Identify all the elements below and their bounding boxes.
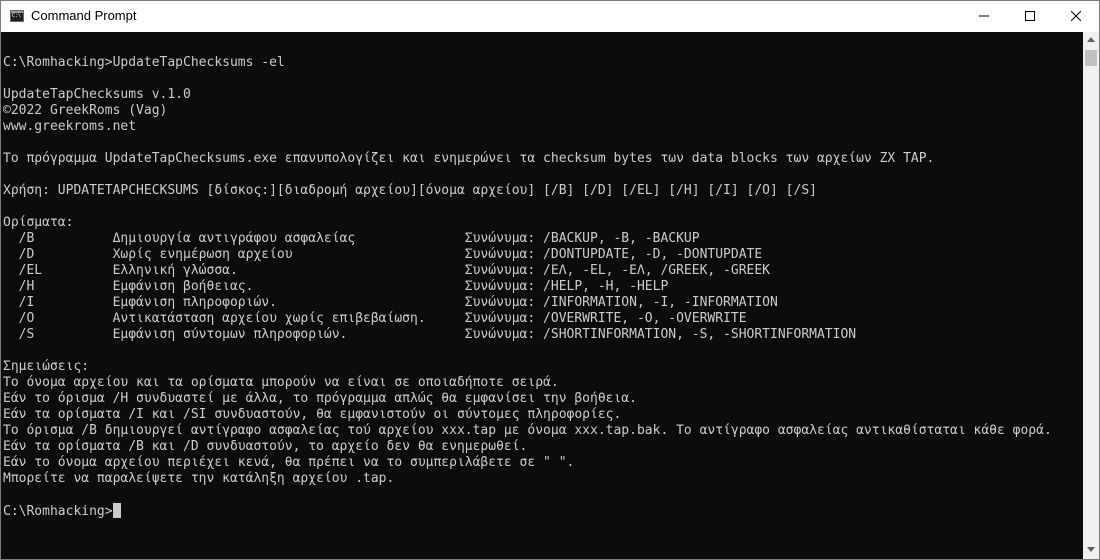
console-line: Εάν το όνομα αρχείου περιέχει κενά, θα π… — [3, 455, 574, 471]
console-line-text: Το πρόγραμμα UpdateTapChecksums.exe επαν… — [3, 151, 935, 166]
scroll-down-button[interactable] — [1083, 542, 1099, 559]
console-line-text: /B Δημιουργία αντιγράφου ασφαλείας Συνών… — [3, 231, 700, 246]
console-line-text: Το όνομα αρχείου και τα ορίσματα μπορούν… — [3, 375, 559, 390]
maximize-button[interactable] — [1007, 1, 1053, 32]
minimize-icon — [979, 15, 989, 17]
console-line: www.greekroms.net — [3, 119, 136, 135]
console-line: UpdateTapChecksums v.1.0 — [3, 87, 191, 103]
console-line: /H Εμφάνιση βοήθειας. Συνώνυμα: /HELP, -… — [3, 279, 669, 295]
console-line: Το όνομα αρχείου και τα ορίσματα μπορούν… — [3, 375, 559, 391]
minimize-button[interactable] — [961, 1, 1007, 32]
console-line: Το όρισμα /B δημιουργεί αντίγραφο ασφαλε… — [3, 423, 1052, 439]
close-button[interactable] — [1053, 1, 1099, 32]
console-line: Εάν τα ορίσματα /B και /D συνδυαστούν, τ… — [3, 439, 527, 455]
cmd-icon[interactable] — [10, 10, 24, 22]
console-line: ©2022 GreekRoms (Vag) — [3, 103, 167, 119]
console-line: Χρήση: UPDATETAPCHECKSUMS [δίσκος:][διαδ… — [3, 183, 817, 199]
console-line: /B Δημιουργία αντιγράφου ασφαλείας Συνών… — [3, 231, 700, 247]
console-line: /I Εμφάνιση πληροφοριών. Συνώνυμα: /INFO… — [3, 295, 778, 311]
text-cursor — [112, 503, 121, 518]
console-line: /EL Ελληνική γλώσσα. Συνώνυμα: /ΕΛ, -EL,… — [3, 263, 770, 279]
console-line-text: Ορίσματα: — [3, 215, 74, 230]
console-line-text: /EL Ελληνική γλώσσα. Συνώνυμα: /ΕΛ, -EL,… — [3, 263, 771, 278]
console-line-text: /S Εμφάνιση σύντομων πληροφοριών. Συνώνυ… — [3, 327, 857, 342]
console-line: /D Χωρίς ενημέρωση αρχείου Συνώνυμα: /DO… — [3, 247, 763, 263]
console-line-text: C:\Romhacking> — [3, 504, 113, 519]
console-line-text: Εάν το όρισμα /H συνδυαστεί με άλλα, το … — [3, 391, 637, 406]
console-line-text: ©2022 GreekRoms (Vag) — [3, 103, 168, 118]
console-line: /O Αντικατάσταση αρχείου χωρίς επιβεβαίω… — [3, 311, 747, 327]
console-line-text: C:\Romhacking>UpdateTapChecksums -el — [3, 55, 285, 70]
console-line-text: /D Χωρίς ενημέρωση αρχείου Συνώνυμα: /DO… — [3, 247, 763, 262]
maximize-icon — [1025, 11, 1035, 21]
console-line: Μπορείτε να παραλείψετε την κατάληξη αρχ… — [3, 471, 394, 487]
console-line: Σημειώσεις: — [3, 359, 89, 375]
console-line-text: www.greekroms.net — [3, 119, 137, 134]
console-line-text: Το όρισμα /B δημιουργεί αντίγραφο ασφαλε… — [3, 423, 1052, 438]
console-line-text: Σημειώσεις: — [3, 359, 90, 374]
console-line: Εάν τα ορίσματα /I και /SI συνδυαστούν, … — [3, 407, 621, 423]
console-line: /S Εμφάνιση σύντομων πληροφοριών. Συνώνυ… — [3, 327, 856, 343]
console-line-text: Χρήση: UPDATETAPCHECKSUMS [δίσκος:][διαδ… — [3, 183, 817, 198]
arrow-down-icon — [1087, 547, 1095, 552]
command-prompt-window: Command Prompt C:\Romhacking>UpdateTapCh… — [0, 0, 1100, 560]
console-line: C:\Romhacking> — [3, 503, 121, 519]
window-title: Command Prompt — [31, 8, 137, 23]
close-icon — [1071, 11, 1081, 21]
console-line: Εάν το όρισμα /H συνδυαστεί με άλλα, το … — [3, 391, 637, 407]
console-line: C:\Romhacking>UpdateTapChecksums -el — [3, 55, 285, 71]
console-line-text: Εάν τα ορίσματα /I και /SI συνδυαστούν, … — [3, 407, 622, 422]
console-line-text: /O Αντικατάσταση αρχείου χωρίς επιβεβαίω… — [3, 311, 747, 326]
console-line-text: Μπορείτε να παραλείψετε την κατάληξη αρχ… — [3, 471, 395, 486]
scroll-up-button[interactable] — [1083, 32, 1099, 49]
console-output[interactable]: C:\Romhacking>UpdateTapChecksums -el Upda… — [1, 32, 1083, 559]
title-bar[interactable]: Command Prompt — [1, 1, 1099, 32]
scrollbar-thumb[interactable] — [1085, 50, 1097, 66]
console-line-text: /I Εμφάνιση πληροφοριών. Συνώνυμα: /INFO… — [3, 295, 778, 310]
console-line-text: Εάν το όνομα αρχείου περιέχει κενά, θα π… — [3, 455, 575, 470]
console-line-text: Εάν τα ορίσματα /B και /D συνδυαστούν, τ… — [3, 439, 528, 454]
console-line-text: UpdateTapChecksums v.1.0 — [3, 87, 191, 102]
console-line: Το πρόγραμμα UpdateTapChecksums.exe επαν… — [3, 151, 934, 167]
console-line-text: /H Εμφάνιση βοήθειας. Συνώνυμα: /HELP, -… — [3, 279, 669, 294]
arrow-up-icon — [1087, 37, 1095, 42]
vertical-scrollbar[interactable] — [1083, 32, 1099, 559]
console-line: Ορίσματα: — [3, 215, 73, 231]
